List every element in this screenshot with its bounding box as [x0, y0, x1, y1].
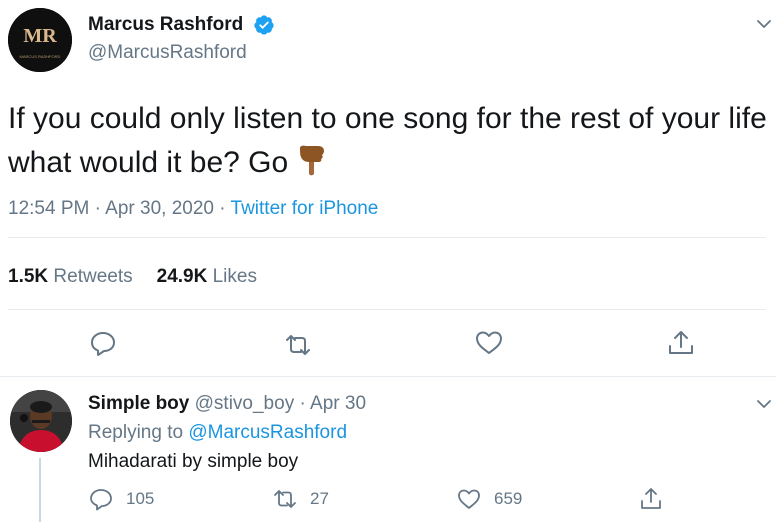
divider — [8, 309, 766, 310]
reply-reply-button[interactable]: 105 — [88, 486, 154, 512]
retweet-icon — [274, 490, 296, 508]
reply-separator: · — [294, 393, 311, 414]
reply-retweet-count: 27 — [310, 489, 329, 508]
retweets-label: Retweets — [48, 266, 133, 287]
reply-text: Mihadarati by simple boy — [88, 451, 299, 472]
reply-like-count: 659 — [494, 489, 523, 508]
share-icon — [669, 331, 693, 354]
share-icon — [641, 488, 661, 509]
reply-share-button[interactable] — [638, 486, 664, 512]
chevron-down-icon[interactable] — [756, 396, 772, 412]
replying-prefix: Replying to — [88, 422, 189, 443]
like-icon — [476, 331, 502, 354]
mr-logo-icon: MR MARCUS RASHFORD — [8, 8, 72, 72]
meta-separator: · — [213, 198, 231, 219]
backhand-index-pointing-down-icon — [300, 145, 325, 176]
reply-header: Simple boy @stivo_boy · Apr 30 — [88, 393, 366, 415]
reply-reply-count: 105 — [126, 489, 155, 508]
reply-icon — [90, 489, 112, 511]
tweet-stats: 1.5K Retweets 24.9K Likes — [8, 266, 257, 288]
likes-count: 24.9K — [156, 266, 208, 287]
retweets-count: 1.5K — [8, 266, 49, 287]
chevron-down-icon[interactable] — [756, 16, 772, 32]
avatar-monogram: MR — [23, 25, 57, 47]
replying-mention[interactable]: @MarcusRashford — [188, 422, 347, 443]
reply-date[interactable]: Apr 30 — [310, 393, 366, 414]
tweet-text-body: If you could only listen to one song for… — [8, 102, 767, 179]
retweet-button[interactable] — [283, 330, 313, 360]
like-icon — [458, 489, 480, 509]
thread-line — [39, 458, 41, 522]
divider — [8, 237, 766, 238]
share-button[interactable] — [666, 328, 696, 358]
avatar-caption: MARCUS RASHFORD — [20, 54, 61, 59]
reply-button[interactable] — [88, 328, 118, 358]
reply-icon — [91, 332, 115, 356]
tweet-time[interactable]: 12:54 PM — [8, 198, 89, 219]
likes-stat[interactable]: 24.9K Likes — [157, 266, 257, 287]
person-photo-icon — [10, 390, 72, 452]
verified-badge-icon — [254, 15, 274, 35]
author-avatar[interactable]: MR MARCUS RASHFORD — [8, 8, 72, 72]
author-name[interactable]: Marcus Rashford — [88, 14, 243, 36]
reply-retweet-button[interactable]: 27 — [272, 486, 329, 512]
reply-author-name[interactable]: Simple boy — [88, 393, 189, 414]
reply-author-handle[interactable]: @stivo_boy — [189, 393, 295, 414]
meta-separator: · — [89, 198, 106, 219]
replying-to: Replying to @MarcusRashford — [88, 422, 347, 444]
tweet-date[interactable]: Apr 30, 2020 — [105, 198, 214, 219]
tweet-source[interactable]: Twitter for iPhone — [231, 198, 379, 219]
retweets-stat[interactable]: 1.5K Retweets — [8, 266, 133, 287]
retweet-icon — [286, 335, 310, 355]
reply-author-avatar[interactable] — [10, 390, 72, 452]
tweet-text: If you could only listen to one song for… — [8, 97, 773, 185]
like-button[interactable] — [474, 328, 504, 358]
reply-like-button[interactable]: 659 — [456, 486, 522, 512]
divider — [0, 376, 776, 377]
author-handle[interactable]: @MarcusRashford — [88, 42, 247, 64]
likes-label: Likes — [207, 266, 257, 287]
tweet-meta: 12:54 PM · Apr 30, 2020 · Twitter for iP… — [8, 198, 378, 220]
